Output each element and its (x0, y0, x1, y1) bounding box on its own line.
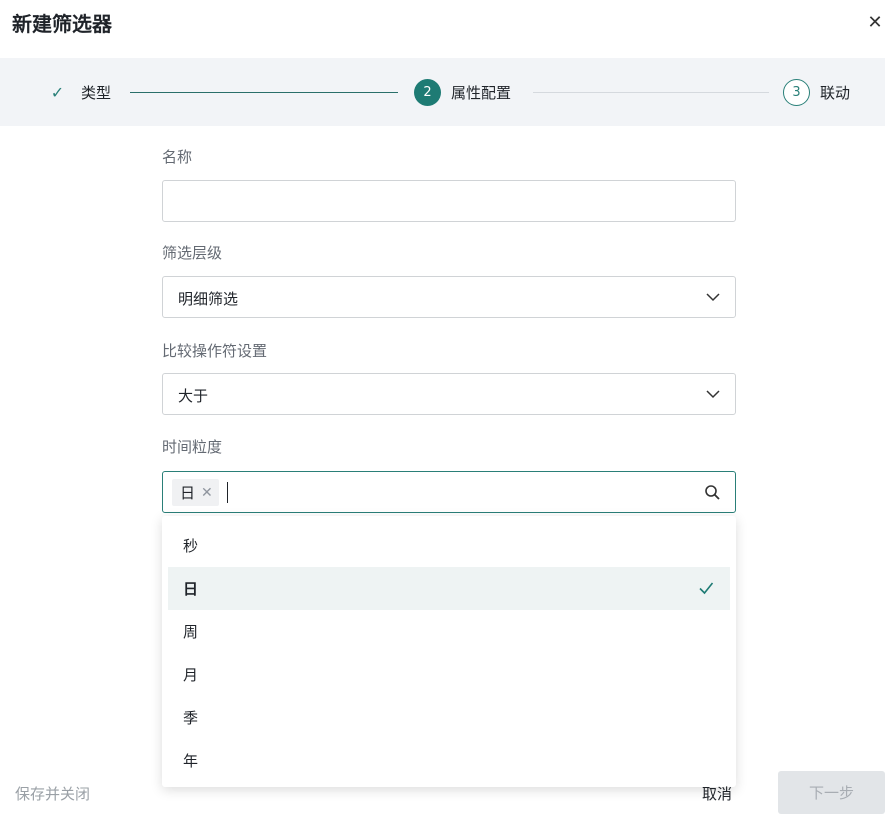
chevron-down-icon (706, 390, 720, 399)
option-label: 月 (183, 666, 199, 684)
step-done-check-icon: ✓ (50, 82, 65, 102)
granularity-label: 时间粒度 (162, 438, 223, 456)
option-second[interactable]: 秒 (168, 524, 730, 567)
tag-remove-icon[interactable]: ✕ (201, 485, 213, 501)
option-day[interactable]: 日 (168, 567, 730, 610)
level-label: 筛选层级 (162, 244, 223, 262)
step-connector (533, 92, 769, 93)
search-icon (705, 485, 720, 500)
step-connector (130, 92, 398, 93)
dialog-title: 新建筛选器 (12, 12, 112, 36)
operator-value: 大于 (178, 387, 209, 405)
next-step-button[interactable]: 下一步 (778, 771, 885, 814)
step-number: 3 (783, 78, 810, 106)
step-label: 属性配置 (451, 83, 512, 102)
granularity-dropdown: 秒 日 周 月 季 年 (162, 516, 736, 787)
check-icon (699, 582, 714, 595)
step-type[interactable]: ✓ 类型 (44, 58, 111, 126)
tag-label: 日 (180, 484, 196, 502)
option-week[interactable]: 周 (168, 610, 730, 653)
level-value: 明细筛选 (178, 290, 239, 308)
step-label: 联动 (820, 83, 851, 102)
close-icon[interactable]: ✕ (865, 12, 885, 34)
selected-tag: 日 ✕ (172, 479, 219, 506)
option-label: 秒 (183, 537, 199, 555)
level-select[interactable]: 明细筛选 (162, 276, 736, 318)
name-label: 名称 (162, 148, 193, 166)
option-year[interactable]: 年 (168, 739, 730, 782)
granularity-multiselect[interactable]: 日 ✕ (162, 471, 736, 513)
step-attributes: 2 属性配置 (414, 58, 511, 126)
stepper: ✓ 类型 2 属性配置 3 联动 (0, 58, 885, 126)
name-input[interactable] (162, 180, 736, 222)
operator-label: 比较操作符设置 (162, 342, 268, 360)
step-label: 类型 (81, 83, 112, 102)
option-label: 季 (183, 709, 199, 727)
option-label: 周 (183, 623, 199, 641)
option-quarter[interactable]: 季 (168, 696, 730, 739)
operator-select[interactable]: 大于 (162, 373, 736, 415)
text-caret (227, 482, 228, 503)
chevron-down-icon (706, 293, 720, 302)
cancel-button[interactable]: 取消 (702, 783, 732, 804)
option-month[interactable]: 月 (168, 653, 730, 696)
step-number: 2 (414, 78, 441, 106)
step-linkage: 3 联动 (783, 58, 850, 126)
option-label: 日 (183, 580, 199, 598)
option-label: 年 (183, 752, 199, 770)
dialog-header: 新建筛选器 ✕ (0, 0, 885, 58)
save-and-close-button[interactable]: 保存并关闭 (15, 783, 90, 804)
